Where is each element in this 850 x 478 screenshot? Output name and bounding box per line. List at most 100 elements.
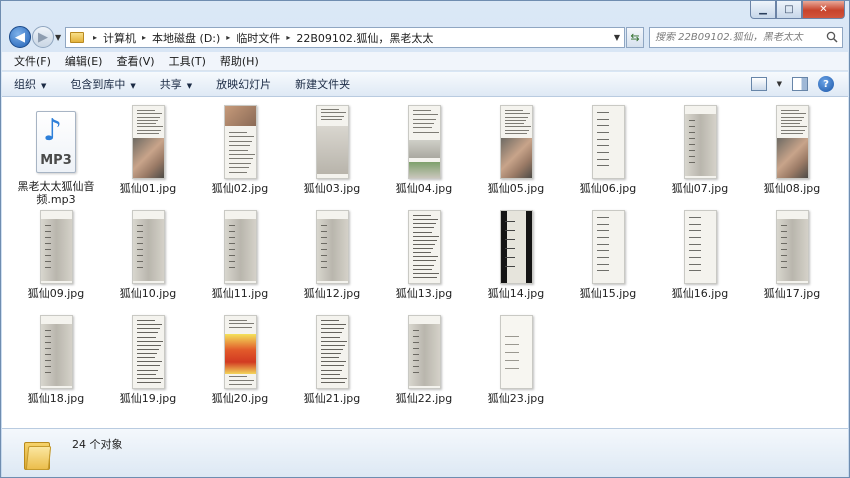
file-name: 狐仙03.jpg — [303, 182, 361, 195]
image-thumbnail — [407, 210, 441, 284]
arrow-left-icon: ◀ — [15, 29, 25, 45]
file-name: 狐仙04.jpg — [395, 182, 453, 195]
menu-item[interactable]: 编辑(E) — [65, 53, 103, 69]
command-button[interactable]: 共享 ▼ — [160, 76, 192, 92]
file-item[interactable]: 狐仙19.jpg — [102, 311, 194, 416]
breadcrumb-item[interactable]: 本地磁盘 (D:) — [152, 30, 220, 46]
command-bar: 组织 ▼ 包含到库中 ▼ 共享 ▼ 放映幻灯片 新建文件夹 ▼ ? — [2, 72, 848, 97]
preview-pane-icon[interactable] — [792, 77, 808, 91]
caption-buttons: ▁ □ ✕ — [750, 1, 845, 20]
image-thumbnail — [775, 210, 809, 284]
image-thumbnail — [131, 105, 165, 179]
menu-bar: 文件(F) 编辑(E) 查看(V) 工具(T) 帮助(H) — [2, 52, 848, 71]
command-button[interactable]: 新建文件夹 — [295, 76, 350, 92]
image-thumbnail — [315, 105, 349, 179]
maximize-button[interactable]: □ — [776, 1, 802, 19]
breadcrumb-separator-icon[interactable]: ▸ — [136, 33, 152, 42]
file-item[interactable]: 狐仙06.jpg — [562, 101, 654, 206]
item-count: 24 个对象 — [72, 438, 123, 451]
file-item[interactable]: ♪ MP3 黑老太太狐仙音频.mp3 — [10, 101, 102, 206]
forward-button[interactable]: ▶ — [32, 26, 54, 48]
breadcrumb-item[interactable]: 计算机 — [103, 30, 136, 46]
image-thumbnail — [39, 315, 73, 389]
help-icon[interactable]: ? — [818, 76, 834, 92]
file-list-area[interactable]: ♪ MP3 黑老太太狐仙音频.mp3 狐仙01.jpg 狐仙02.jpg 狐仙03.jpg… — [2, 97, 848, 428]
file-item[interactable]: 狐仙02.jpg — [194, 101, 286, 206]
file-name: 狐仙02.jpg — [211, 182, 269, 195]
breadcrumb-separator-icon[interactable]: ▸ — [87, 33, 103, 42]
change-view-icon[interactable] — [750, 77, 767, 91]
image-thumbnail — [407, 315, 441, 389]
file-item[interactable]: 狐仙18.jpg — [10, 311, 102, 416]
recent-pages-dropdown[interactable]: ▼ — [55, 33, 61, 42]
breadcrumb-separator-icon[interactable]: ▸ — [280, 33, 296, 42]
file-item[interactable]: 狐仙10.jpg — [102, 206, 194, 311]
file-item[interactable]: 狐仙15.jpg — [562, 206, 654, 311]
file-name: 狐仙14.jpg — [487, 287, 545, 300]
image-thumbnail — [683, 210, 717, 284]
view-options-dropdown-icon[interactable]: ▼ — [777, 80, 782, 88]
file-item[interactable]: 狐仙09.jpg — [10, 206, 102, 311]
command-button[interactable]: 包含到库中 ▼ — [70, 76, 135, 92]
image-thumbnail — [223, 315, 257, 389]
file-item[interactable]: 狐仙12.jpg — [286, 206, 378, 311]
menu-item[interactable]: 工具(T) — [169, 53, 206, 69]
file-name: 狐仙23.jpg — [487, 392, 545, 405]
file-name: 狐仙19.jpg — [119, 392, 177, 405]
image-thumbnail — [131, 315, 165, 389]
file-name: 狐仙18.jpg — [27, 392, 85, 405]
file-name: 狐仙12.jpg — [303, 287, 361, 300]
refresh-button[interactable]: ⇆ — [626, 27, 644, 48]
menu-item[interactable]: 帮助(H) — [220, 53, 259, 69]
file-item[interactable]: 狐仙05.jpg — [470, 101, 562, 206]
file-item[interactable]: 狐仙07.jpg — [654, 101, 746, 206]
breadcrumb-item[interactable]: 临时文件 — [236, 30, 280, 46]
menu-item[interactable]: 查看(V) — [116, 53, 154, 69]
file-name: 狐仙08.jpg — [763, 182, 821, 195]
file-item[interactable]: 狐仙21.jpg — [286, 311, 378, 416]
image-thumbnail — [775, 105, 809, 179]
navigation-row: ◀ ▶ ▼ ▸ 计算机 ▸ 本地磁盘 (D:) ▸ 临时文件 ▸ 22B09102.狐仙，黑老… — [1, 25, 850, 51]
menu-item[interactable]: 文件(F) — [14, 53, 51, 69]
file-item[interactable]: 狐仙08.jpg — [746, 101, 838, 206]
file-item[interactable]: 狐仙14.jpg — [470, 206, 562, 311]
command-label: 放映幻灯片 — [216, 78, 272, 91]
file-item[interactable]: 狐仙20.jpg — [194, 311, 286, 416]
file-item[interactable]: 狐仙13.jpg — [378, 206, 470, 311]
minimize-button[interactable]: ▁ — [750, 1, 776, 19]
file-item[interactable]: 狐仙23.jpg — [470, 311, 562, 416]
command-label: 包含到库中 — [70, 78, 126, 91]
file-item[interactable]: 狐仙17.jpg — [746, 206, 838, 311]
dropdown-arrow-icon: ▼ — [41, 82, 47, 90]
file-item[interactable]: 狐仙01.jpg — [102, 101, 194, 206]
file-item[interactable]: 狐仙16.jpg — [654, 206, 746, 311]
refresh-icon: ⇆ — [630, 31, 640, 44]
image-thumbnail — [407, 105, 441, 179]
file-name: 狐仙13.jpg — [395, 287, 453, 300]
file-name: 狐仙01.jpg — [119, 182, 177, 195]
file-item[interactable]: 狐仙04.jpg — [378, 101, 470, 206]
image-thumbnail — [223, 210, 257, 284]
file-name: 狐仙10.jpg — [119, 287, 177, 300]
search-icon[interactable] — [826, 31, 838, 43]
file-item[interactable]: 狐仙03.jpg — [286, 101, 378, 206]
breadcrumb-separator-icon[interactable]: ▸ — [220, 33, 236, 42]
command-button[interactable]: 组织 ▼ — [14, 76, 46, 92]
address-bar[interactable]: ▸ 计算机 ▸ 本地磁盘 (D:) ▸ 临时文件 ▸ 22B09102.狐仙，黑老太太 ▼ — [65, 27, 625, 48]
close-button[interactable]: ✕ — [802, 1, 845, 19]
image-thumbnail — [499, 210, 533, 284]
address-dropdown-icon[interactable]: ▼ — [614, 33, 620, 42]
file-item[interactable]: 狐仙11.jpg — [194, 206, 286, 311]
file-name: 狐仙15.jpg — [579, 287, 637, 300]
audio-file-icon: ♪ MP3 — [31, 111, 81, 174]
breadcrumb: ▸ 计算机 ▸ 本地磁盘 (D:) ▸ 临时文件 ▸ 22B09102.狐仙，黑老太太 — [87, 30, 433, 46]
search-input[interactable] — [655, 32, 815, 43]
view-controls: ▼ ? — [750, 76, 834, 92]
breadcrumb-item[interactable]: 22B09102.狐仙，黑老太太 — [296, 30, 433, 46]
command-button[interactable]: 放映幻灯片 — [216, 76, 271, 92]
image-thumbnail — [39, 210, 73, 284]
file-item[interactable]: 狐仙22.jpg — [378, 311, 470, 416]
file-name: 狐仙09.jpg — [27, 287, 85, 300]
back-button[interactable]: ◀ — [9, 26, 31, 48]
file-name: 狐仙11.jpg — [211, 287, 269, 300]
